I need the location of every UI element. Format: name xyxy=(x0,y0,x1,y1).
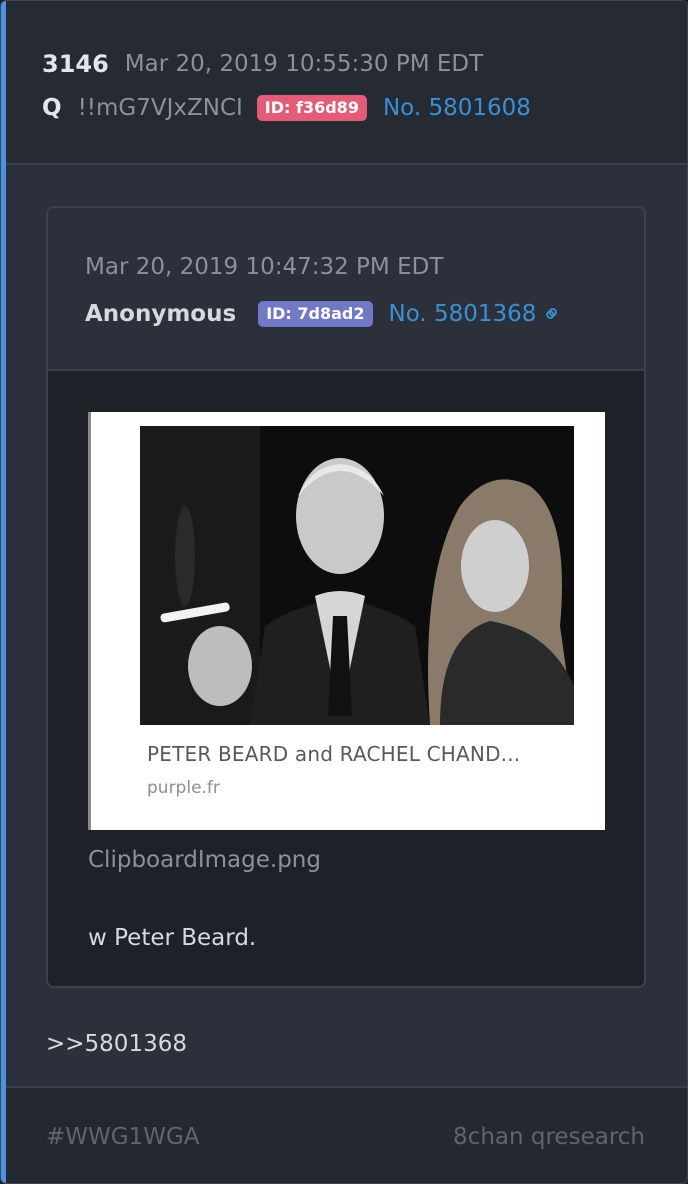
post-author: Q xyxy=(42,95,62,121)
quoted-post-header: Mar 20, 2019 10:47:32 PM EDT Anonymous I… xyxy=(48,208,644,371)
post-number-link[interactable]: No. 5801608 xyxy=(383,95,531,121)
post-number: 3146 xyxy=(42,50,109,78)
attachment-caption-domain: purple.fr xyxy=(147,778,220,798)
quoted-id-badge[interactable]: ID: 7d8ad2 xyxy=(258,301,373,327)
post-meta-row: 3146 Mar 20, 2019 10:55:30 PM EDT xyxy=(42,47,483,81)
quoted-post-body: PETER BEARD and RACHEL CHAND... purple.f… xyxy=(48,371,644,986)
accent-bar xyxy=(1,1,6,1183)
reply-reference[interactable]: >>5801368 xyxy=(46,1031,187,1057)
photo-thumbnail xyxy=(140,426,574,725)
quoted-post-date: Mar 20, 2019 10:47:32 PM EDT xyxy=(85,254,444,280)
attachment-filename[interactable]: ClipboardImage.png xyxy=(88,847,321,873)
source-label: 8chan qresearch xyxy=(453,1124,645,1150)
id-badge[interactable]: ID: f36d89 xyxy=(256,95,367,121)
quoted-post-number-link[interactable]: No. 5801368 xyxy=(389,301,537,327)
quoted-author-row: Anonymous ID: 7d8ad2 No. 5801368 ⚭ xyxy=(85,297,570,331)
quoted-post-message: w Peter Beard. xyxy=(88,925,257,951)
quoted-post-author: Anonymous xyxy=(85,301,237,327)
link-icon[interactable]: ⚭ xyxy=(535,297,569,331)
hashtag: #WWG1WGA xyxy=(46,1124,200,1150)
post-footer: #WWG1WGA 8chan qresearch xyxy=(6,1086,687,1183)
attachment-caption-title: PETER BEARD and RACHEL CHAND... xyxy=(147,742,521,766)
post-author-row: Q !!mG7VJxZNCI ID: f36d89 No. 5801608 xyxy=(42,91,531,125)
post-header: 3146 Mar 20, 2019 10:55:30 PM EDT Q !!mG… xyxy=(6,1,687,165)
post-date: Mar 20, 2019 10:55:30 PM EDT xyxy=(124,51,484,77)
quoted-post: Mar 20, 2019 10:47:32 PM EDT Anonymous I… xyxy=(46,206,646,988)
tripcode: !!mG7VJxZNCI xyxy=(77,95,243,121)
q-post-card: 3146 Mar 20, 2019 10:55:30 PM EDT Q !!mG… xyxy=(0,0,688,1184)
image-attachment[interactable]: PETER BEARD and RACHEL CHAND... purple.f… xyxy=(88,412,605,830)
